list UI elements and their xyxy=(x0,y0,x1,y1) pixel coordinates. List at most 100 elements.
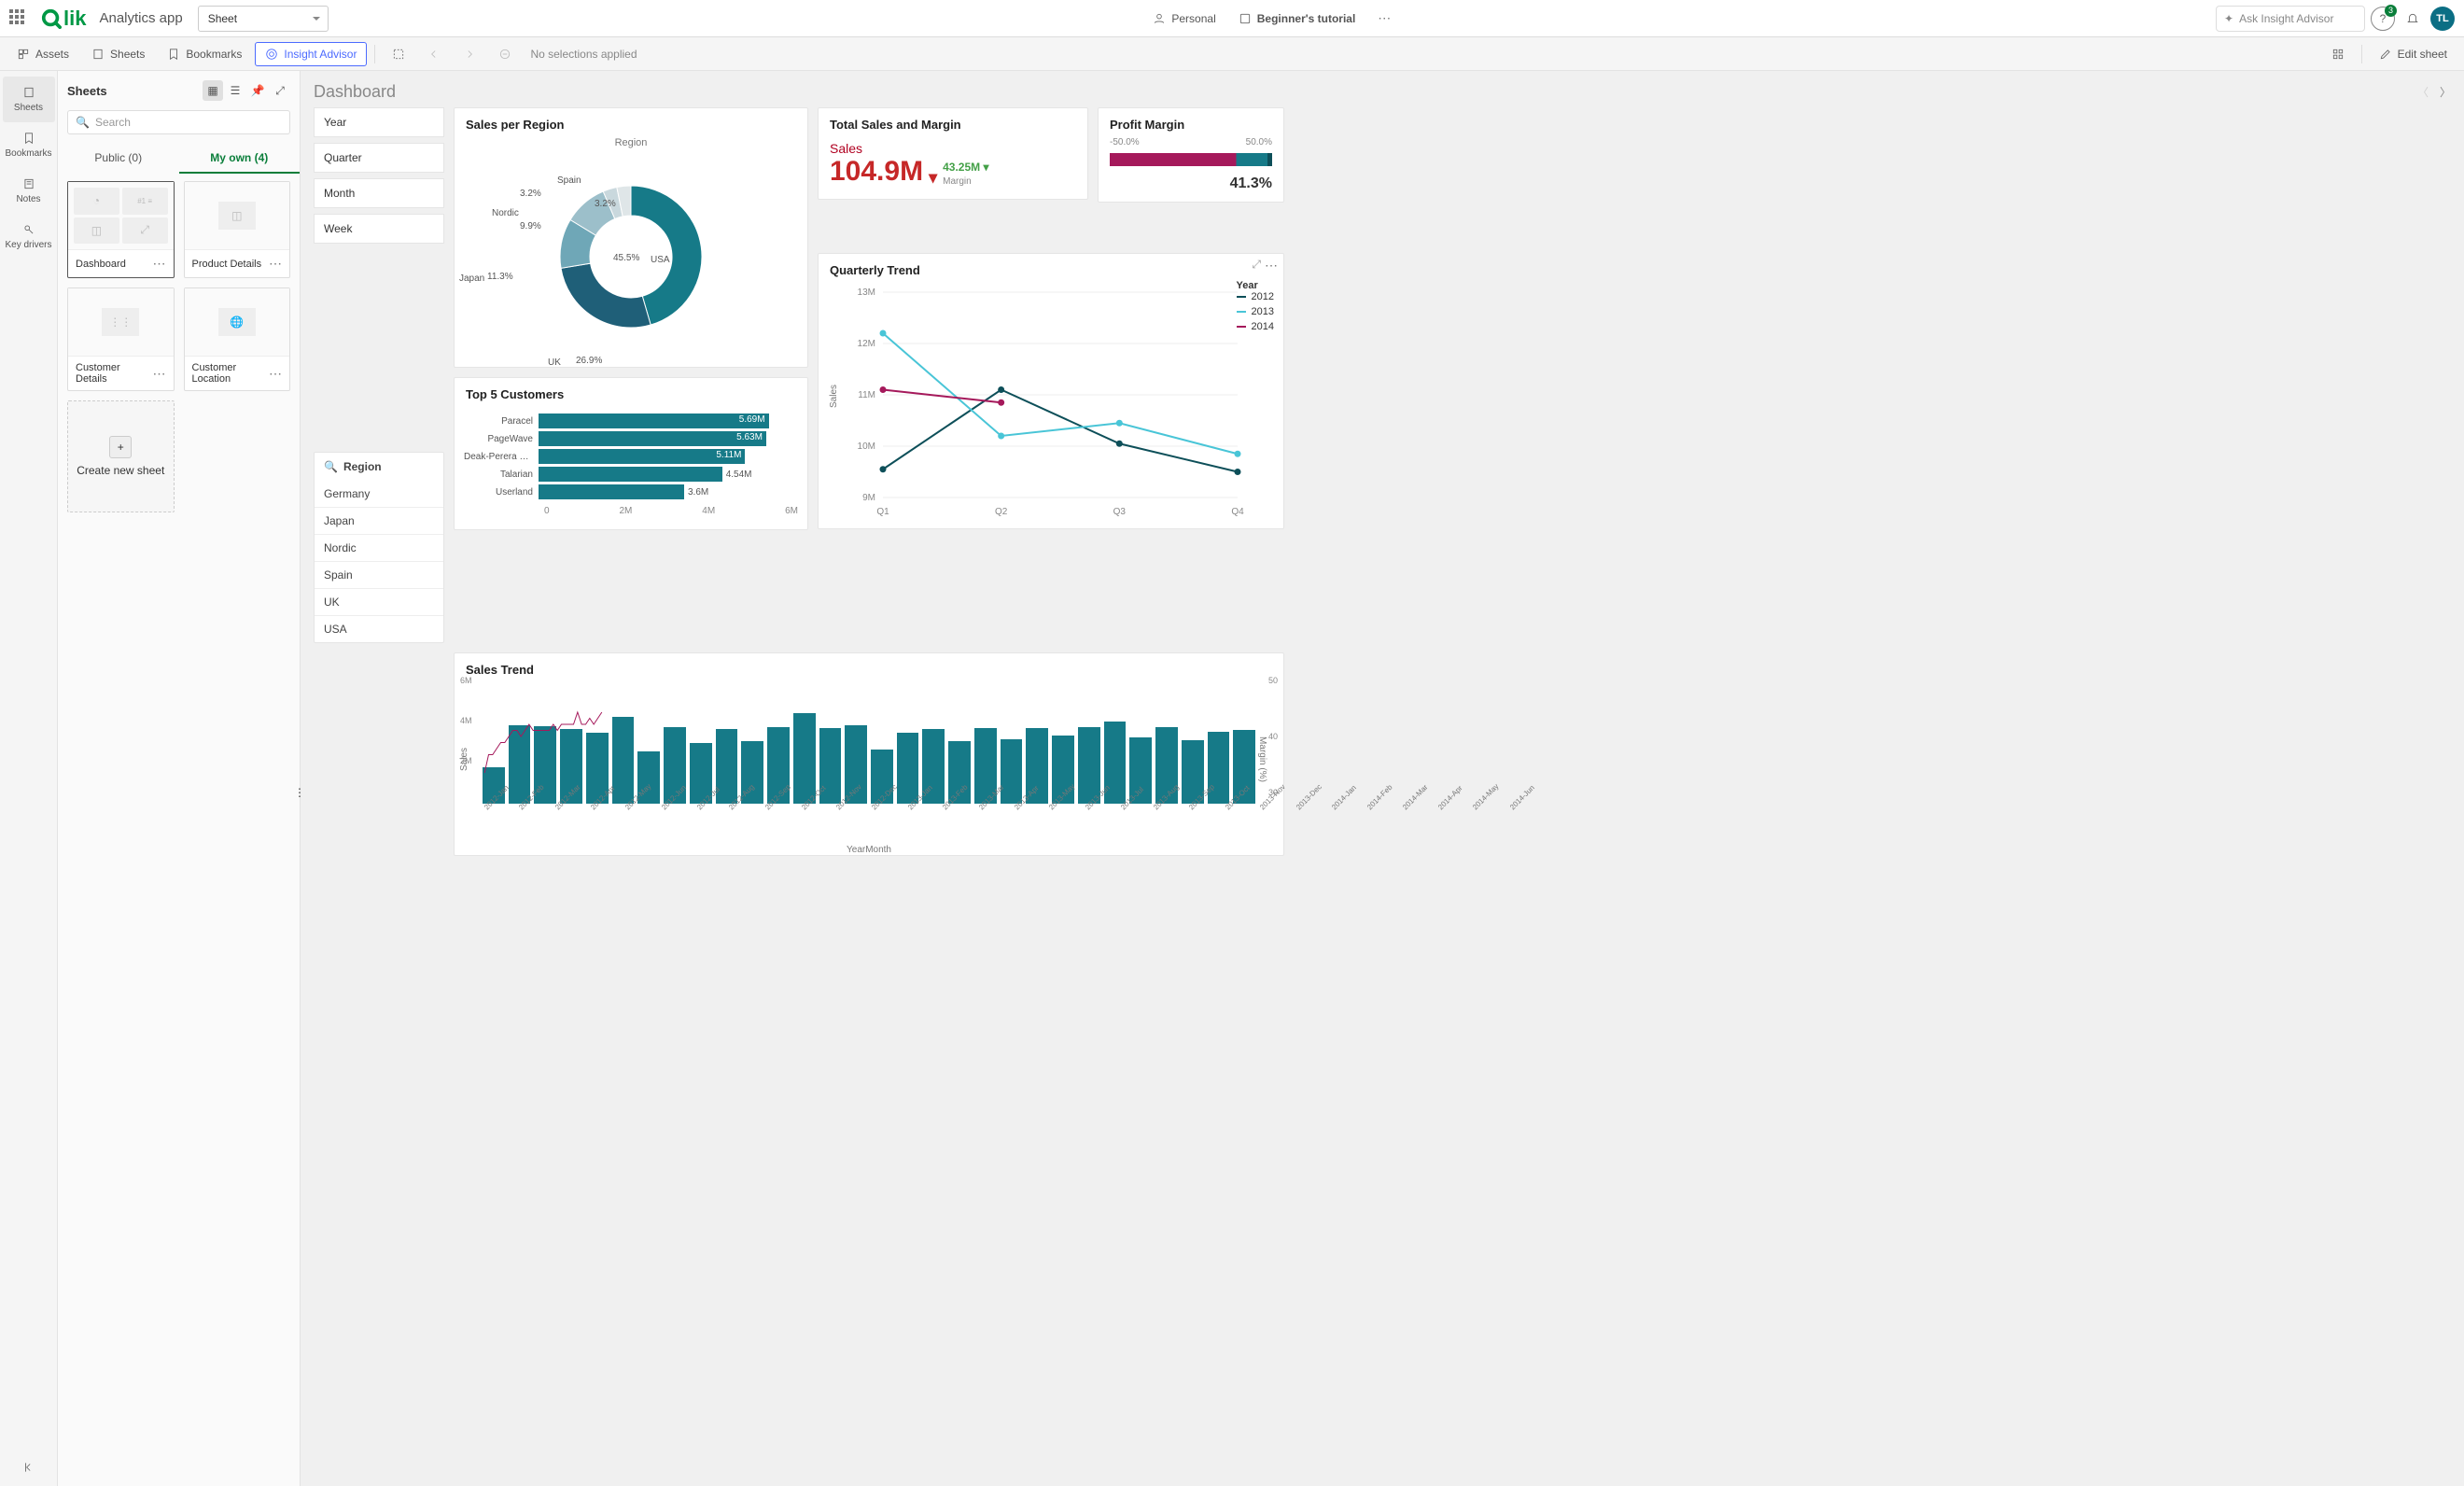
plus-icon: + xyxy=(109,436,132,458)
thumb-customer[interactable]: ⋮⋮ Customer Details xyxy=(67,287,175,391)
region-row[interactable]: UK xyxy=(315,588,443,615)
insight-label: Insight Advisor xyxy=(284,48,357,61)
margin-scale-left: -50.0% xyxy=(1110,137,1140,147)
donut-pct: 26.9% xyxy=(576,356,602,366)
bar-row[interactable]: Talarian4.54M xyxy=(464,467,798,482)
sheet-selector[interactable]: Sheet xyxy=(198,6,329,32)
chart-menu-icon[interactable] xyxy=(1265,258,1278,273)
region-row[interactable]: Spain xyxy=(315,561,443,588)
app-launcher-icon[interactable] xyxy=(9,9,28,28)
bar-row[interactable]: Paracel5.69M xyxy=(464,414,798,428)
kpi-total-sales[interactable]: Total Sales and Margin Sales 104.9M▾ 43.… xyxy=(818,107,1088,200)
bar-row[interactable]: Userland3.6M xyxy=(464,484,798,499)
personal-label: Personal xyxy=(1171,12,1215,25)
margin-scale-right: 50.0% xyxy=(1246,137,1272,147)
clear-selections-icon xyxy=(489,43,521,65)
create-sheet-button[interactable]: + Create new sheet xyxy=(67,400,175,512)
help-icon[interactable]: ?3 xyxy=(2371,7,2395,31)
region-row[interactable]: Nordic xyxy=(315,534,443,561)
expand-icon[interactable]: ⤢ xyxy=(270,80,290,101)
thumb-menu-icon[interactable] xyxy=(269,366,282,382)
canvas: Dashboard 〈〉 Year Quarter Month Week Sal… xyxy=(301,71,2464,1486)
chart-quarterly-trend[interactable]: Quarterly Trend ⤢ Sales Year201220132014… xyxy=(818,253,1284,529)
chart-top5-customers[interactable]: Top 5 Customers Paracel5.69MPageWave5.63… xyxy=(454,377,808,530)
insight-advisor-button[interactable]: Insight Advisor xyxy=(255,42,367,66)
svg-text:10M: 10M xyxy=(858,442,875,452)
filter-quarter[interactable]: Quarter xyxy=(314,143,444,173)
separator xyxy=(2361,45,2362,63)
region-list: 🔍Region GermanyJapanNordicSpainUKUSA xyxy=(314,452,444,643)
qtrend-legend-title: Year xyxy=(1237,280,1258,291)
donut-label: Japan xyxy=(459,273,484,284)
filter-week[interactable]: Week xyxy=(314,214,444,244)
filter-month[interactable]: Month xyxy=(314,178,444,208)
time-filters: Year Quarter Month Week xyxy=(314,107,444,244)
qtrend-ylabel: Sales xyxy=(829,385,839,408)
app-name: Analytics app xyxy=(99,10,182,26)
chart-profit-margin[interactable]: Profit Margin -50.0%50.0% 41.3% xyxy=(1098,107,1284,203)
panel-resize-handle[interactable]: ⋮ xyxy=(297,778,302,806)
thumb-location[interactable]: 🌐 Customer Location xyxy=(184,287,291,391)
svg-text:12M: 12M xyxy=(858,339,875,349)
no-selections-text: No selections applied xyxy=(530,48,637,61)
smart-select-icon[interactable] xyxy=(383,43,414,65)
chart-sales-trend[interactable]: Sales Trend Sales Margin (%) 6M4M2M 5040… xyxy=(454,652,1284,856)
view-grid-icon[interactable]: ▦ xyxy=(203,80,223,101)
kpi-delta-value: 43.25M xyxy=(943,161,980,174)
panel-search-placeholder: Search xyxy=(95,116,131,129)
bar-row[interactable]: PageWave5.63M xyxy=(464,431,798,446)
fullscreen-icon[interactable]: ⤢ xyxy=(1252,258,1261,273)
assets-button[interactable]: Assets xyxy=(7,43,78,65)
avatar[interactable]: TL xyxy=(2430,7,2455,31)
legend-item[interactable]: 2014 xyxy=(1237,321,1274,332)
thumb-menu-icon[interactable] xyxy=(269,256,282,272)
sheet-selector-label: Sheet xyxy=(208,12,237,25)
tutorial-button[interactable]: Beginner's tutorial xyxy=(1233,8,1362,29)
donut-label: Spain xyxy=(557,175,581,186)
insight-search-placeholder: Ask Insight Advisor xyxy=(2239,12,2333,25)
personal-button[interactable]: Personal xyxy=(1147,8,1221,29)
thumb-dashboard[interactable]: ◔#1 ≡◫⤢ Dashboard xyxy=(67,181,175,278)
donut-label: UK xyxy=(548,357,561,368)
rail-keydrivers[interactable]: Key drivers xyxy=(3,214,55,259)
rail-bookmarks[interactable]: Bookmarks xyxy=(3,122,55,168)
qtrend-plot: 9M10M11M12M13MQ1Q2Q3Q4 xyxy=(819,283,1283,526)
filter-year[interactable]: Year xyxy=(314,107,444,137)
collapse-rail-icon[interactable] xyxy=(22,1451,35,1486)
donut-label: Nordic xyxy=(492,208,519,218)
legend-item[interactable]: 2012 xyxy=(1237,291,1274,302)
bell-icon[interactable] xyxy=(2401,7,2425,31)
donut-label: USA xyxy=(651,255,670,265)
thumb-menu-icon[interactable] xyxy=(153,256,166,272)
bar-row[interactable]: Deak-Perera Group.5.11M xyxy=(464,449,798,464)
bookmarks-button[interactable]: Bookmarks xyxy=(158,43,251,65)
kpi-label: Sales xyxy=(819,137,1087,156)
region-row[interactable]: Germany xyxy=(315,481,443,507)
layout-icon[interactable] xyxy=(2322,43,2354,65)
insight-search-input[interactable]: ✦ Ask Insight Advisor xyxy=(2216,6,2365,32)
thumb-product[interactable]: ◫ Product Details xyxy=(184,181,291,278)
prev-sheet-icon[interactable]: 〈 xyxy=(2417,84,2429,100)
region-row[interactable]: Japan xyxy=(315,507,443,534)
sheets-button[interactable]: Sheets xyxy=(82,43,154,65)
margin-value: 41.3% xyxy=(1099,172,1283,202)
rail-sheets[interactable]: Sheets xyxy=(3,77,55,122)
more-menu-icon[interactable] xyxy=(1372,7,1396,30)
tab-public[interactable]: Public (0) xyxy=(58,144,179,174)
pin-icon[interactable]: 📌 xyxy=(247,80,268,101)
vbar[interactable] xyxy=(793,713,816,805)
sheets-panel: Sheets ▦ ☰ 📌 ⤢ 🔍 Search Public (0) My ow… xyxy=(58,71,301,1486)
thumb-menu-icon[interactable] xyxy=(153,366,166,382)
search-icon: 🔍 xyxy=(324,460,338,473)
next-sheet-icon[interactable]: 〉 xyxy=(2440,84,2451,100)
rail-notes[interactable]: Notes xyxy=(3,168,55,214)
region-row[interactable]: USA xyxy=(315,615,443,642)
legend-item[interactable]: 2013 xyxy=(1237,306,1274,317)
svg-text:Q1: Q1 xyxy=(876,507,889,517)
edit-sheet-button[interactable]: Edit sheet xyxy=(2370,43,2457,65)
panel-search-input[interactable]: 🔍 Search xyxy=(67,110,290,134)
view-list-icon[interactable]: ☰ xyxy=(225,80,245,101)
tab-myown[interactable]: My own (4) xyxy=(179,144,301,174)
chart-sales-per-region[interactable]: Sales per Region Region USA45.5%UK26.9%J… xyxy=(454,107,808,368)
top-bar: lik Analytics app Sheet Personal Beginne… xyxy=(0,0,2464,37)
